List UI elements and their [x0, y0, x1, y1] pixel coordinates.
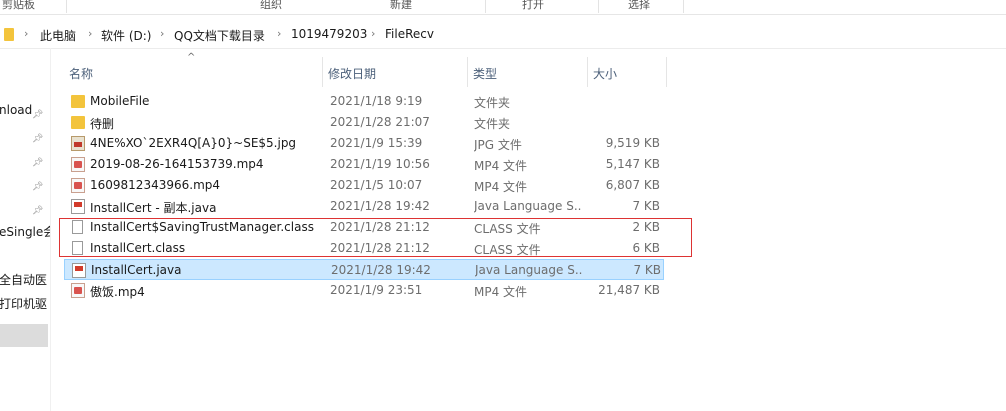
file-date: 2021/1/19 10:56: [330, 157, 430, 171]
file-name: 待删: [90, 117, 115, 131]
ribbon-group-organize: 组织: [260, 0, 282, 11]
java-icon: [71, 199, 85, 214]
file-type: MP4 文件: [474, 285, 528, 299]
nav-item-selected[interactable]: [0, 324, 48, 347]
breadcrumb-filerecv[interactable]: FileRecv: [385, 27, 434, 41]
file-size: 6,807 KB: [605, 178, 660, 192]
column-header-size[interactable]: 大小: [588, 57, 666, 87]
folder-icon: [71, 95, 85, 108]
file-size: 21,487 KB: [598, 283, 660, 297]
ribbon-group-open: 打开: [522, 0, 544, 11]
file-date: 2021/1/28 19:42: [331, 263, 431, 277]
ribbon-group-clipboard: 剪贴板: [2, 0, 35, 11]
file-row[interactable]: 2019-08-26-164153739.mp4 2021/1/19 10:56 M…: [64, 154, 664, 175]
file-type: 文件夹: [474, 96, 511, 110]
file-row[interactable]: 傲饭.mp4 2021/1/9 23:51 MP4 文件 21,487 KB: [64, 280, 664, 301]
file-row[interactable]: InstallCert - 副本.java 2021/1/28 19:42 Java…: [64, 196, 664, 217]
chevron-right-icon[interactable]: ›: [88, 27, 92, 40]
file-name: MobileFile: [90, 94, 150, 108]
file-date: 2021/1/18 9:19: [330, 94, 423, 108]
nav-item-auto-medical[interactable]: 全自动医: [0, 271, 47, 288]
java-icon: [72, 263, 86, 278]
file-name: InstallCert - 副本.java: [90, 201, 217, 215]
folder-icon: [4, 28, 14, 41]
jpg-icon: [71, 136, 85, 151]
breadcrumb-qq-download[interactable]: QQ文档下载目录: [174, 27, 265, 44]
nav-item-printer-driver[interactable]: 打印机驱: [0, 295, 47, 312]
file-type: Java Language S...: [474, 199, 582, 213]
ribbon-group-new: 新建: [390, 0, 412, 11]
pin-icon: 📌︎: [32, 206, 44, 216]
chevron-right-icon[interactable]: ›: [371, 27, 375, 40]
highlight-box: [59, 218, 692, 257]
file-name: InstallCert.java: [91, 263, 182, 277]
mp4-icon: [71, 283, 85, 298]
file-name: 傲饭.mp4: [90, 285, 145, 299]
file-name: 4NE%XO`2EXR4Q[A}0}~SE$5.jpg: [90, 136, 297, 150]
file-date: 2021/1/28 19:42: [330, 199, 430, 213]
ribbon-separator: [683, 0, 684, 13]
file-type: JPG 文件: [474, 138, 522, 152]
breadcrumb-this-pc[interactable]: 此电脑: [40, 27, 76, 44]
column-header-size-label: 大小: [593, 67, 618, 81]
column-header-name[interactable]: 名称: [64, 57, 322, 87]
pin-icon: 📌︎: [32, 158, 44, 168]
column-header-date-label: 修改日期: [328, 67, 377, 81]
file-date: 2021/1/5 10:07: [330, 178, 423, 192]
ribbon-separator: [598, 0, 599, 13]
column-header-date[interactable]: 修改日期: [323, 57, 467, 87]
file-size: 7 KB: [633, 263, 661, 277]
mp4-icon: [71, 157, 85, 172]
column-header-type[interactable]: 类型: [468, 57, 586, 87]
file-size: 5,147 KB: [605, 157, 660, 171]
file-size: 7 KB: [632, 199, 660, 213]
ribbon-separator: [485, 0, 486, 13]
column-header-type-label: 类型: [473, 67, 498, 81]
file-date: 2021/1/9 15:39: [330, 136, 423, 150]
file-name: 1609812343966.mp4: [90, 178, 221, 192]
file-row[interactable]: 待删 2021/1/28 21:07 文件夹: [64, 112, 664, 133]
file-date: 2021/1/9 23:51: [330, 283, 423, 297]
file-row[interactable]: 4NE%XO`2EXR4Q[A}0}~SE$5.jpg 2021/1/9 15:3…: [64, 133, 664, 154]
pin-icon: 📌︎: [32, 110, 44, 120]
chevron-right-icon[interactable]: ›: [160, 27, 164, 40]
breadcrumb-qq-number[interactable]: 1019479203: [291, 27, 367, 41]
file-name: 2019-08-26-164153739.mp4: [90, 157, 264, 171]
file-type: MP4 文件: [474, 159, 528, 173]
file-type: Java Language S...: [475, 263, 583, 277]
breadcrumb-drive-d[interactable]: 软件 (D:): [101, 27, 151, 44]
file-row[interactable]: InstallCert.java 2021/1/28 19:42 Java Lang…: [64, 259, 664, 280]
ribbon: 剪贴板 组织 新建 打开 选择: [0, 0, 1006, 15]
chevron-right-icon[interactable]: ›: [24, 27, 28, 40]
nav-item-esingle[interactable]: eSingle会: [0, 223, 50, 240]
pin-icon: 📌︎: [32, 134, 44, 144]
chevron-right-icon[interactable]: ›: [277, 27, 281, 40]
ribbon-group-select: 选择: [628, 0, 650, 11]
column-header-name-label: 名称: [69, 67, 94, 81]
folder-icon: [71, 116, 85, 129]
column-separator[interactable]: [666, 57, 667, 87]
nav-item-download[interactable]: nload: [0, 103, 32, 117]
navigation-pane[interactable]: nload 📌︎ 📌︎ 📌︎ 📌︎ 📌︎ eSingle会 全自动医 打印机驱: [0, 48, 51, 411]
ribbon-separator: [66, 0, 67, 13]
mp4-icon: [71, 178, 85, 193]
file-date: 2021/1/28 21:07: [330, 115, 430, 129]
file-size: 9,519 KB: [605, 136, 660, 150]
file-type: 文件夹: [474, 117, 511, 131]
file-row[interactable]: MobileFile 2021/1/18 9:19 文件夹: [64, 91, 664, 112]
address-bar[interactable]: › 此电脑 › 软件 (D:) › QQ文档下载目录 › 1019479203 …: [0, 21, 1006, 49]
file-type: MP4 文件: [474, 180, 528, 194]
file-row[interactable]: 1609812343966.mp4 2021/1/5 10:07 MP4 文件 6,8…: [64, 175, 664, 196]
pin-icon: 📌︎: [32, 182, 44, 192]
